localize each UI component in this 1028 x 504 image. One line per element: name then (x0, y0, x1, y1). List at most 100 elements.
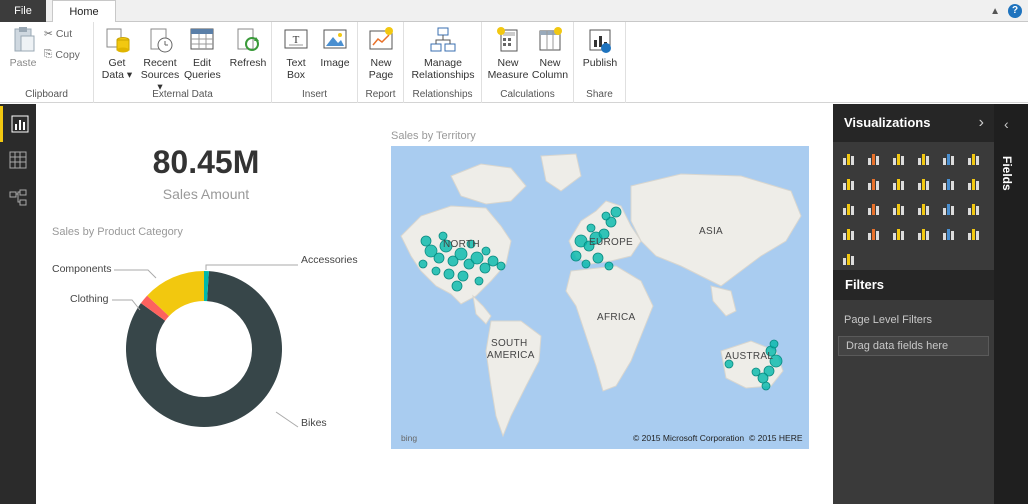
group-label-calculations: Calculations (500, 89, 555, 100)
text-box-button[interactable]: T Text Box (278, 26, 314, 81)
recent-sources-icon (146, 26, 174, 54)
copy-label: Copy (55, 48, 80, 61)
manage-label-2: Relationships (411, 69, 475, 81)
edit-queries-button[interactable]: Edit Queries (184, 26, 221, 81)
manage-relationships-button[interactable]: Manage Relationships (406, 26, 480, 81)
group-clipboard: Paste ✂ Cut ⎘ Copy Clipboard (0, 22, 94, 103)
text-box-icon: T (282, 26, 310, 54)
new-column-button[interactable]: New Column (530, 26, 570, 81)
database-icon (103, 26, 131, 54)
data-view-button[interactable] (0, 142, 36, 178)
sales-territory-map[interactable]: NORTH EUROPE ASIA AFRICA SOUTH AMERICA A… (391, 146, 809, 449)
relationships-icon (429, 26, 457, 54)
slicer-visual-icon[interactable] (966, 225, 982, 241)
world-map-graphic (400, 153, 802, 438)
card-value[interactable]: 80.45M (146, 144, 266, 181)
group-label-relationships: Relationships (412, 89, 473, 100)
collapse-ribbon-icon[interactable]: ▲ (990, 6, 1000, 17)
waterfall-icon[interactable] (966, 175, 982, 191)
leader-line-bikes (275, 411, 299, 428)
manage-label-1: Manage (424, 57, 462, 69)
group-label-insert: Insert (301, 89, 327, 100)
publish-button[interactable]: Publish (578, 26, 622, 69)
visualizations-title: Visualizations (844, 115, 931, 130)
donut-label-components: Components (52, 263, 112, 275)
cut-button[interactable]: ✂ Cut (44, 28, 72, 40)
map-label-asia: ASIA (699, 226, 723, 237)
tab-file[interactable]: File (0, 0, 46, 22)
stacked-bar-icon[interactable] (841, 150, 857, 166)
filters-body: Page Level Filters Drag data fields here (833, 300, 994, 504)
line-clustered-icon[interactable] (941, 175, 957, 191)
copy-icon: ⎘ (44, 48, 53, 60)
svg-text:T: T (293, 34, 300, 46)
clustered-bar-icon[interactable] (891, 150, 907, 166)
calculator-icon (494, 26, 522, 54)
stacked-column-icon[interactable] (866, 150, 882, 166)
group-share: Publish Share (574, 22, 626, 103)
clustered-column-icon[interactable] (916, 150, 932, 166)
ribbon: Paste ✂ Cut ⎘ Copy Clipboard Get Data ▾ … (0, 22, 1028, 103)
paste-button[interactable]: Paste (6, 26, 40, 69)
map-label-south: SOUTH (491, 338, 528, 349)
table-visual-icon[interactable] (966, 200, 982, 216)
area-chart-icon[interactable] (866, 175, 882, 191)
cut-label: Cut (55, 28, 73, 40)
get-data-button[interactable]: Get Data ▾ (100, 26, 134, 81)
report-view-button[interactable] (0, 106, 36, 142)
edit-label-2: Queries (184, 69, 221, 81)
textbox-label-1: Text (286, 57, 306, 69)
tab-home[interactable]: Home (52, 0, 116, 23)
recent-sources-button[interactable]: Recent Sources ▾ (138, 26, 182, 93)
group-label-clipboard: Clipboard (25, 89, 68, 100)
measure-label-1: New (497, 57, 519, 69)
fields-pane-collapsed[interactable]: ‹ Fields (994, 104, 1028, 504)
refresh-label: Refresh (229, 57, 267, 69)
map-label-north: NORTH (443, 239, 480, 250)
multi-row-card-icon[interactable] (941, 225, 957, 241)
map-label-europe: EUROPE (589, 237, 634, 248)
line-column-icon[interactable] (916, 175, 932, 191)
visualizations-collapse-icon[interactable]: › (979, 104, 984, 142)
treemap-icon[interactable] (891, 200, 907, 216)
report-canvas: 80.45M Sales Amount Sales by Product Cat… (36, 104, 833, 504)
refresh-button[interactable]: Refresh (228, 26, 268, 69)
donut-visual-icon[interactable] (841, 250, 857, 266)
leader-line-clothing (112, 299, 141, 311)
new-measure-button[interactable]: New Measure (486, 26, 530, 81)
edit-label-1: Edit (192, 57, 212, 69)
matrix-visual-icon[interactable] (841, 225, 857, 241)
report-view-icon (11, 115, 28, 133)
100-column-icon[interactable] (966, 150, 982, 166)
card-visual-icon[interactable] (916, 225, 932, 241)
scatter-chart-icon[interactable] (841, 200, 857, 216)
line-chart-icon[interactable] (841, 175, 857, 191)
help-icon[interactable]: ? (1008, 4, 1022, 18)
map-label-america: AMERICA (487, 350, 535, 361)
fields-expand-icon[interactable]: ‹ (1004, 116, 1009, 132)
newpage-label-1: New (370, 57, 392, 69)
donut-label-bikes: Bikes (301, 417, 327, 429)
edit-queries-icon (188, 26, 216, 54)
newpage-label-2: Page (368, 69, 394, 81)
card-label: Sales Amount (162, 186, 250, 202)
topbar-controls: ▲ ? (990, 2, 1022, 20)
group-insert: T Text Box Image Insert (272, 22, 358, 103)
image-button[interactable]: Image (316, 26, 354, 69)
gauge-chart-icon[interactable] (891, 225, 907, 241)
funnel-chart-icon[interactable] (866, 225, 882, 241)
filters-header: Filters (833, 270, 994, 300)
group-external-data: Get Data ▾ Recent Sources ▾ Edit Queries… (94, 22, 272, 103)
stacked-area-icon[interactable] (891, 175, 907, 191)
map-label-africa: AFRICA (597, 312, 636, 323)
pie-chart-icon[interactable] (866, 200, 882, 216)
new-page-button[interactable]: New Page (362, 26, 400, 81)
filled-map-icon[interactable] (941, 200, 957, 216)
relationships-view-button[interactable] (0, 180, 36, 216)
table-column-icon (536, 26, 564, 54)
map-chart-icon[interactable] (916, 200, 932, 216)
100-bar-icon[interactable] (941, 150, 957, 166)
copy-button[interactable]: ⎘ Copy (44, 48, 80, 61)
bing-logo: bing (401, 433, 418, 443)
filter-drop-zone[interactable]: Drag data fields here (838, 336, 989, 356)
